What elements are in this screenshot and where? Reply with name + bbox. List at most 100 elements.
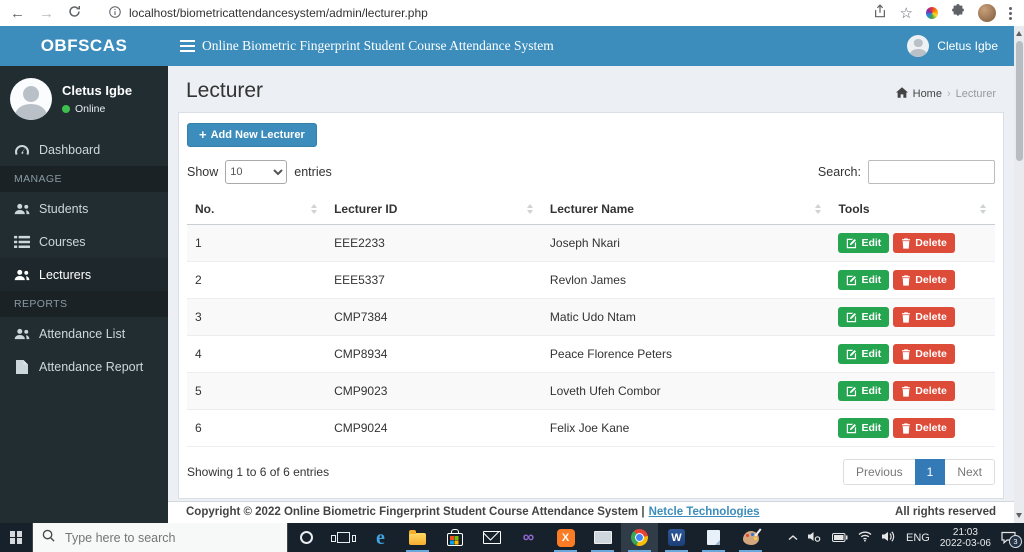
taskbar-clock[interactable]: 21:03 2022-03-06 (940, 527, 991, 549)
page-scrollbar[interactable] (1014, 26, 1024, 523)
edit-button[interactable]: Edit (838, 344, 890, 364)
pagination-next-button[interactable]: Next (944, 459, 995, 485)
show-label: Show (187, 165, 219, 179)
breadcrumb-home[interactable]: Home (913, 88, 942, 100)
table-search-input[interactable] (868, 160, 995, 184)
sidebar-item-attendance-report[interactable]: Attendance Report (0, 350, 168, 383)
wifi-icon[interactable] (858, 529, 872, 547)
mail-icon-glyph (482, 531, 501, 544)
windows-logo-icon (9, 531, 23, 544)
extension-colorwheel-icon[interactable] (926, 7, 938, 19)
edit-button[interactable]: Edit (838, 418, 890, 438)
lecturer-name-cell: Matic Udo Ntam (541, 298, 831, 336)
pagination: Previous 1 Next (842, 459, 995, 485)
delete-button[interactable]: Delete (893, 344, 955, 364)
delete-button[interactable]: Delete (893, 307, 955, 327)
delete-button[interactable]: Delete (893, 418, 955, 438)
lecturer-name-cell: Revlon James (541, 261, 831, 299)
row-number-cell: 1 (187, 224, 327, 262)
sort-icon (980, 204, 986, 214)
rights-text: All rights reserved (895, 506, 996, 518)
notepad-icon[interactable] (695, 523, 732, 552)
edit-button[interactable]: Edit (838, 270, 890, 290)
action-center-icon[interactable]: 3 (1001, 531, 1022, 548)
brand-logo[interactable]: OBFSCAS (0, 36, 168, 56)
edit-button[interactable]: Edit (838, 307, 890, 327)
header-user-menu[interactable]: Cletus Igbe (907, 35, 998, 57)
battery-icon[interactable] (832, 529, 848, 547)
pagination-page-1-button[interactable]: 1 (914, 459, 946, 485)
delete-button[interactable]: Delete (893, 233, 955, 253)
sort-icon (815, 204, 822, 214)
reload-icon[interactable] (68, 5, 81, 21)
xampp-icon[interactable]: X (547, 523, 584, 552)
word-icon[interactable]: W (658, 523, 695, 552)
search-icon (42, 529, 55, 547)
tools-cell: Edit Delete (830, 224, 995, 262)
list-icon (14, 235, 30, 249)
mail-icon[interactable] (473, 523, 510, 552)
sidebar-item-dashboard[interactable]: Dashboard (0, 133, 168, 166)
sidebar-item-attendance-list[interactable]: Attendance List (0, 317, 168, 350)
forward-icon[interactable]: → (39, 6, 54, 21)
add-new-lecturer-button[interactable]: + Add New Lecturer (187, 123, 317, 147)
edge-icon[interactable]: e (362, 523, 399, 552)
table-footer: Showing 1 to 6 of 6 entries Previous 1 N… (179, 447, 1003, 498)
breadcrumb-separator: › (946, 88, 951, 100)
sidebar-toggle-icon[interactable] (180, 40, 195, 52)
column-header-tools[interactable]: Tools (830, 194, 995, 225)
footer-separator: | (641, 506, 645, 518)
visualstudio-icon[interactable]: ∞ (510, 523, 547, 552)
edit-button[interactable]: Edit (838, 381, 890, 401)
taskview-icon-glyph (331, 532, 356, 543)
taskbar-search-input[interactable] (63, 529, 278, 546)
netcle-link[interactable]: Netcle Technologies (649, 506, 760, 518)
sidebar-item-lecturers[interactable]: Lecturers (0, 258, 168, 291)
back-icon[interactable]: ← (10, 6, 25, 21)
share-icon[interactable] (873, 3, 887, 23)
chrome-icon[interactable] (621, 523, 658, 552)
plus-icon: + (199, 127, 207, 142)
sidebar-item-students[interactable]: Students (0, 192, 168, 225)
volume-icon[interactable] (882, 529, 896, 547)
edit-button[interactable]: Edit (838, 233, 890, 253)
content-area: Lecturer Home › Lecturer + Add New Lectu… (168, 66, 1014, 523)
language-indicator[interactable]: ENG (906, 532, 930, 544)
extensions-puzzle-icon[interactable] (951, 3, 965, 23)
address-bar[interactable]: localhost/biometricattendancesystem/admi… (95, 5, 859, 21)
browser-menu-icon[interactable] (1009, 6, 1012, 20)
scrollbar-thumb[interactable] (1015, 41, 1023, 161)
visualstudio-icon-glyph: ∞ (522, 528, 535, 546)
scrollbar-down-arrow[interactable] (1016, 513, 1022, 518)
sidebar-item-label: Students (39, 201, 89, 216)
taskview-icon[interactable] (325, 523, 362, 552)
delete-button[interactable]: Delete (893, 270, 955, 290)
column-header-lecturer-id[interactable]: Lecturer ID (326, 194, 542, 225)
tray-chevron-icon[interactable] (788, 529, 798, 547)
entries-select[interactable]: 10 (225, 160, 288, 184)
bookmark-star-icon[interactable]: ☆ (900, 6, 913, 21)
paint-icon[interactable] (732, 523, 769, 552)
browser-profile-avatar[interactable] (978, 4, 996, 22)
paint-icon-glyph (742, 530, 759, 545)
word-icon-glyph: W (668, 529, 685, 546)
delete-button[interactable]: Delete (893, 381, 955, 401)
pagination-previous-button[interactable]: Previous (842, 459, 916, 485)
dashboard-icon (14, 143, 30, 157)
taskbar-search-box[interactable] (32, 523, 288, 552)
lecturer-id-cell: CMP9023 (326, 372, 542, 410)
start-button[interactable] (0, 523, 32, 552)
column-header-no[interactable]: No. (187, 194, 327, 225)
site-info-icon[interactable] (109, 5, 121, 21)
column-header-lecturer-name[interactable]: Lecturer Name (541, 194, 831, 225)
home-icon (895, 87, 908, 101)
store-icon[interactable] (436, 523, 473, 552)
cortana-icon[interactable] (288, 523, 325, 552)
audio-device-icon[interactable] (808, 529, 822, 547)
book-icon[interactable] (584, 523, 621, 552)
sidebar-item-courses[interactable]: Courses (0, 225, 168, 258)
app-window: OBFSCAS Online Biometric Fingerprint Stu… (0, 26, 1014, 523)
sidebar-user-name: Cletus Igbe (62, 83, 133, 98)
explorer-icon[interactable] (399, 523, 436, 552)
scrollbar-up-arrow[interactable] (1016, 31, 1022, 36)
